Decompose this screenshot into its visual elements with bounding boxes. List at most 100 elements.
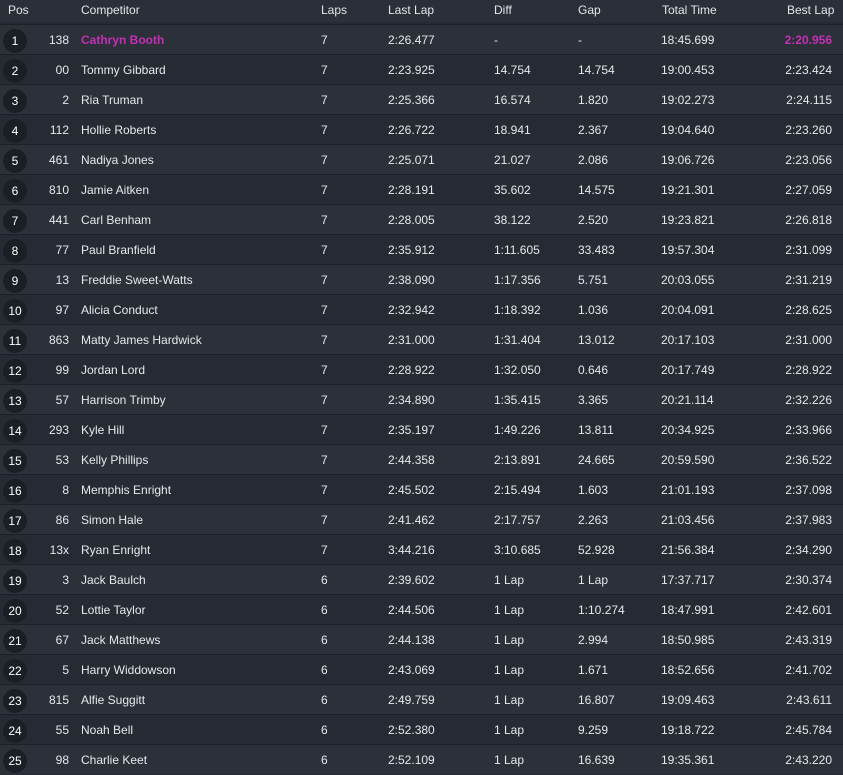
laps-value: 6: [321, 753, 328, 767]
gap-value: 2.520: [578, 213, 609, 227]
table-row[interactable]: 24 55 Noah Bell 6 2:52.380 1 Lap 9.259 19:18.72…: [0, 714, 843, 744]
laps-value: 7: [321, 423, 328, 437]
laps-value: 7: [321, 513, 328, 527]
total-time-value: 19:04.640: [661, 123, 715, 137]
last-lap-value: 2:35.912: [388, 243, 435, 257]
gap-value: 24.665: [578, 453, 615, 467]
last-lap-value: 2:45.502: [388, 483, 435, 497]
best-lap-value: 2:30.374: [785, 573, 832, 587]
table-row[interactable]: 4 112 Hollie Roberts 7 2:26.722 18.941 2.367 19…: [0, 114, 843, 144]
diff-value: 21.027: [494, 153, 531, 167]
diff-value: 2:15.494: [494, 483, 541, 497]
table-row[interactable]: 15 53 Kelly Phillips 7 2:44.358 2:13.891 24.66…: [0, 444, 843, 474]
best-lap-value: 2:20.956: [784, 33, 832, 47]
diff-value: 1:11.605: [494, 243, 540, 257]
best-lap-value: 2:41.702: [785, 663, 832, 677]
table-row[interactable]: 21 67 Jack Matthews 6 2:44.138 1 Lap 2.994 18:5…: [0, 624, 843, 654]
header-competitor[interactable]: Competitor: [81, 3, 140, 17]
car-number: 52: [55, 603, 69, 617]
table-row[interactable]: 25 98 Charlie Keet 6 2:52.109 1 Lap 16.639 19:3…: [0, 744, 843, 774]
table-row[interactable]: 14 293 Kyle Hill 7 2:35.197 1:49.226 13.811 20:…: [0, 414, 843, 444]
gap-value: 14.754: [578, 63, 615, 77]
table-row[interactable]: 13 57 Harrison Trimby 7 2:34.890 1:35.415 3.36…: [0, 384, 843, 414]
gap-value: 2.367: [578, 123, 609, 137]
last-lap-value: 2:31.000: [388, 333, 435, 347]
last-lap-value: 2:23.925: [388, 63, 435, 77]
total-time-value: 21:03.456: [661, 513, 715, 527]
diff-value: 2:13.891: [494, 453, 541, 467]
diff-value: 1:17.356: [494, 273, 541, 287]
table-row[interactable]: 1 138 Cathryn Booth 7 2:26.477- -18:45.699 2:2…: [0, 24, 843, 54]
diff-value: 35.602: [494, 183, 531, 197]
total-time-value: 19:09.463: [661, 693, 715, 707]
table-row[interactable]: 16 8 Memphis Enright 7 2:45.502 2:15.494 1.603…: [0, 474, 843, 504]
last-lap-value: 2:52.380: [388, 723, 435, 737]
table-row[interactable]: 23 815 Alfie Suggitt 6 2:49.759 1 Lap 16.807 19…: [0, 684, 843, 714]
best-lap-value: 2:24.115: [786, 93, 832, 107]
table-row[interactable]: 10 97 Alicia Conduct 7 2:32.942 1:18.392 1.036…: [0, 294, 843, 324]
total-time-value: 18:47.991: [661, 603, 715, 617]
laps-value: 7: [321, 303, 328, 317]
competitor-name: Tommy Gibbard: [81, 63, 166, 77]
best-lap-value: 2:36.522: [785, 453, 832, 467]
header-pos[interactable]: Pos: [8, 3, 29, 17]
best-lap-value: 2:37.983: [785, 513, 832, 527]
total-time-value: 18:50.985: [661, 633, 715, 647]
laps-value: 7: [321, 543, 328, 557]
table-row[interactable]: 3 2 Ria Truman 7 2:25.366 16.574 1.820 19:02.27…: [0, 84, 843, 114]
laps-value: 7: [321, 393, 328, 407]
competitor-name: Lottie Taylor: [81, 603, 146, 617]
best-lap-value: 2:37.098: [785, 483, 832, 497]
table-row[interactable]: 9 13 Freddie Sweet-Watts 7 2:38.090 1:17.356 5…: [0, 264, 843, 294]
competitor-name: Alicia Conduct: [81, 303, 158, 317]
laps-value: 7: [321, 153, 328, 167]
competitor-name: Matty James Hardwick: [81, 333, 202, 347]
laps-value: 7: [321, 213, 328, 227]
table-row[interactable]: 7 441 Carl Benham 7 2:28.005 38.122 2.520 19:23…: [0, 204, 843, 234]
last-lap-value: 2:28.005: [388, 213, 435, 227]
table-row[interactable]: 19 3 Jack Baulch 6 2:39.602 1 Lap 1 Lap 17:37.7…: [0, 564, 843, 594]
car-number: 3: [62, 573, 69, 587]
table-row[interactable]: 6 810 Jamie Aitken 7 2:28.191 35.602 14.575 19:…: [0, 174, 843, 204]
best-lap-value: 2:23.056: [785, 153, 832, 167]
car-number: 67: [55, 633, 69, 647]
total-time-value: 21:56.384: [661, 543, 715, 557]
competitor-name: Jack Baulch: [81, 573, 146, 587]
gap-value: 33.483: [578, 243, 615, 257]
competitor-name: Carl Benham: [81, 213, 152, 227]
last-lap-value: 2:44.506: [388, 603, 435, 617]
last-lap-value: 2:25.366: [388, 93, 435, 107]
header-diff[interactable]: Diff: [494, 3, 512, 17]
car-number: 112: [49, 123, 69, 137]
laps-value: 7: [321, 483, 328, 497]
table-row[interactable]: 17 86 Simon Hale 7 2:41.462 2:17.757 2.263 21:0…: [0, 504, 843, 534]
table-row[interactable]: 8 77 Paul Branfield 7 2:35.912 1:11.605 33.483…: [0, 234, 843, 264]
best-lap-value: 2:43.319: [785, 633, 832, 647]
gap-value: 1.671: [578, 663, 609, 677]
header-gap[interactable]: Gap: [578, 3, 601, 17]
competitor-name: Jamie Aitken: [81, 183, 150, 197]
gap-value: 16.807: [578, 693, 615, 707]
car-number: 77: [55, 243, 69, 257]
table-row[interactable]: 2 00 Tommy Gibbard 7 2:23.925 14.754 14.754 19:…: [0, 54, 843, 84]
header-laps[interactable]: Laps: [321, 3, 347, 17]
car-number: 810: [48, 183, 69, 197]
gap-value: 16.639: [578, 753, 615, 767]
table-row[interactable]: 18 13x Ryan Enright 7 3:44.216 3:10.685 52.928…: [0, 534, 843, 564]
gap-value: 9.259: [578, 723, 609, 737]
last-lap-value: 2:26.477: [388, 33, 435, 47]
table-row[interactable]: 5 461 Nadiya Jones 7 2:25.071 21.027 2.086 19:0…: [0, 144, 843, 174]
car-number: 99: [55, 363, 69, 377]
header-total-time[interactable]: Total Time: [662, 3, 717, 17]
table-row[interactable]: 20 52 Lottie Taylor 6 2:44.506 1 Lap 1:10.274 1…: [0, 594, 843, 624]
header-last-lap[interactable]: Last Lap: [388, 3, 434, 17]
best-lap-value: 2:28.625: [785, 303, 832, 317]
competitor-name: Freddie Sweet-Watts: [81, 273, 193, 287]
header-best-lap[interactable]: Best Lap: [787, 3, 834, 17]
table-row[interactable]: 22 5 Harry Widdowson 6 2:43.069 1 Lap 1.671 18:…: [0, 654, 843, 684]
table-row[interactable]: 12 99 Jordan Lord 7 2:28.922 1:32.050 0.646 20:…: [0, 354, 843, 384]
competitor-name: Simon Hale: [81, 513, 144, 527]
diff-value: 2:17.757: [494, 513, 541, 527]
table-header: Pos Competitor Laps Last Lap Diff Gap To…: [0, 0, 843, 22]
table-row[interactable]: 11 863 Matty James Hardwick 7 2:31.000 1:31.4…: [0, 324, 843, 354]
